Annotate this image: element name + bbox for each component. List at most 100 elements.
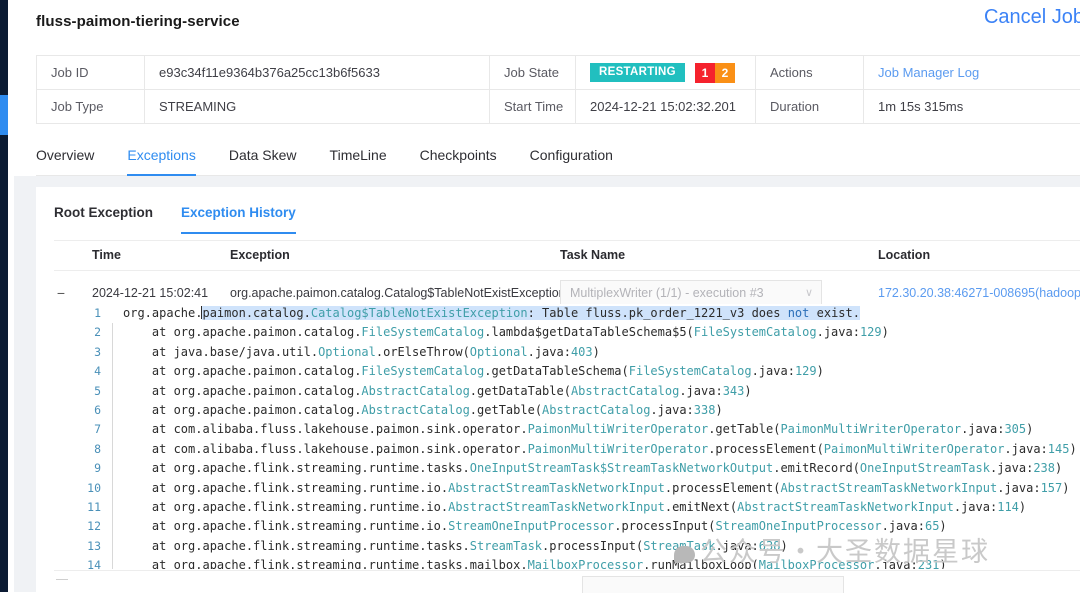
attempt-count-orange: 2 <box>715 63 735 83</box>
code-token: 238 <box>1033 461 1055 475</box>
tab-configuration[interactable]: Configuration <box>530 141 613 176</box>
code-token: .orElseThrow( <box>376 345 470 359</box>
code-token: .java: <box>997 481 1040 495</box>
exception-sub-tabs: Root Exception Exception History <box>54 201 324 234</box>
code-token: OneInputStreamTask$StreamTaskNetworkOutp… <box>470 461 773 475</box>
code-token: at com.alibaba.fluss.lakehouse.paimon.si… <box>123 422 528 436</box>
code-token: ) <box>593 345 600 359</box>
tab-timeline[interactable]: TimeLine <box>330 141 387 176</box>
code-token: ) <box>1062 481 1069 495</box>
code-token: 403 <box>571 345 593 359</box>
subtab-root-exception[interactable]: Root Exception <box>54 201 153 234</box>
tab-data-skew[interactable]: Data Skew <box>229 141 297 176</box>
location-link[interactable]: 172.30.20.38:46271-008695(hadoop2:39888) <box>878 286 1080 300</box>
stacktrace-line: 5 at org.apache.paimon.catalog.AbstractC… <box>54 382 1080 401</box>
cancel-job-button[interactable]: Cancel Job <box>984 6 1080 29</box>
code-token: .getTable( <box>470 403 542 417</box>
job-state-value: RESTARTING12 <box>576 56 756 90</box>
line-number: 3 <box>54 343 112 362</box>
code-token: at org.apache.paimon.catalog. <box>123 384 361 398</box>
next-row-expander[interactable] <box>56 579 68 580</box>
code-token: StreamOneInputProcessor <box>715 519 881 533</box>
code-token: .java: <box>1004 442 1047 456</box>
line-source: at com.alibaba.fluss.lakehouse.paimon.si… <box>113 420 1033 439</box>
code-token: ) <box>780 539 787 553</box>
code-token: MailboxProcessor <box>528 558 644 569</box>
code-token: FileSystemCatalog <box>361 364 484 378</box>
code-token: PaimonMultiWriterOperator <box>528 442 709 456</box>
line-source: at org.apache.paimon.catalog. FileSystemC… <box>113 323 889 342</box>
code-token: paimon.catalog. <box>202 306 310 320</box>
job-info-table: Job ID e93c34f11e9364b376a25cc13b6f5633 … <box>36 55 1080 124</box>
code-token: ) <box>817 364 824 378</box>
collapse-icon[interactable]: − <box>54 285 68 301</box>
job-state-label: Job State <box>490 56 576 90</box>
code-token: ) <box>882 325 889 339</box>
code-token: at org.apache.paimon.catalog. <box>123 325 361 339</box>
job-type-label: Job Type <box>37 90 145 124</box>
code-token: .lambda$getDataTableSchema$5( <box>484 325 694 339</box>
column-location: Location <box>878 241 1080 271</box>
code-token: .processInput( <box>614 519 715 533</box>
code-token: ) <box>939 558 946 569</box>
code-token: 157 <box>1041 481 1063 495</box>
next-row-stub <box>54 570 1080 592</box>
code-token: ) <box>1026 422 1033 436</box>
code-token: ) <box>1055 461 1062 475</box>
code-token: at com.alibaba.fluss.lakehouse.paimon.si… <box>123 442 528 456</box>
page-header: fluss-paimon-tiering-service Cancel Job <box>14 0 1080 47</box>
stacktrace-line: 12 at org.apache.flink.streaming.runtime… <box>54 517 1080 536</box>
stacktrace-line: 11 at org.apache.flink.streaming.runtime… <box>54 498 1080 517</box>
tab-overview[interactable]: Overview <box>36 141 94 176</box>
task-name-select-value: MultiplexWriter (1/1) - execution #3 <box>570 286 764 300</box>
line-source: at java.base/java.util.Optional.orElseTh… <box>113 343 600 362</box>
code-token: .java: <box>715 539 758 553</box>
main-tabs: Overview Exceptions Data Skew TimeLine C… <box>36 141 1080 176</box>
line-source: at org.apache.flink.streaming.runtime.io… <box>113 498 1026 517</box>
code-token: exist. <box>809 306 860 320</box>
code-token: Optional <box>470 345 528 359</box>
stacktrace-line: 2 at org.apache.paimon.catalog. FileSyste… <box>54 323 1080 342</box>
line-source: at org.apache.paimon.catalog.AbstractCat… <box>113 401 723 420</box>
line-number: 8 <box>54 440 112 459</box>
job-detail-page: fluss-paimon-tiering-service Cancel Job … <box>14 0 1080 592</box>
code-token: AbstractCatalog <box>361 384 469 398</box>
code-token: FileSystemCatalog <box>694 325 817 339</box>
tab-exceptions[interactable]: Exceptions <box>127 141 195 176</box>
line-number: 11 <box>54 498 112 517</box>
code-token: not <box>788 306 810 320</box>
code-token: 343 <box>723 384 745 398</box>
stacktrace-line: 8 at com.alibaba.fluss.lakehouse.paimon.… <box>54 440 1080 459</box>
duration-label: Duration <box>756 90 864 124</box>
line-number: 13 <box>54 537 112 556</box>
code-token: 231 <box>918 558 940 569</box>
line-number: 1 <box>54 304 112 323</box>
line-number: 4 <box>54 362 112 381</box>
line-number: 6 <box>54 401 112 420</box>
code-token: 65 <box>925 519 939 533</box>
line-number: 5 <box>54 382 112 401</box>
code-token: OneInputStreamTask <box>860 461 990 475</box>
stacktrace-line: 7 at com.alibaba.fluss.lakehouse.paimon.… <box>54 420 1080 439</box>
line-number: 2 <box>54 323 112 342</box>
line-number: 10 <box>54 479 112 498</box>
code-token: .java: <box>961 422 1004 436</box>
code-token: 129 <box>795 364 817 378</box>
tab-checkpoints[interactable]: Checkpoints <box>420 141 497 176</box>
job-id-value: e93c34f11e9364b376a25cc13b6f5633 <box>145 56 490 90</box>
code-token: .java: <box>954 500 997 514</box>
code-token: at org.apache.flink.streaming.runtime.io… <box>123 500 448 514</box>
stacktrace-line: 14 at org.apache.flink.streaming.runtime… <box>54 556 1080 569</box>
next-row-task-select[interactable] <box>582 576 844 593</box>
code-token: PaimonMultiWriterOperator <box>780 422 961 436</box>
subtab-exception-history[interactable]: Exception History <box>181 201 296 234</box>
column-exception: Exception <box>230 241 560 271</box>
code-token: ) <box>939 519 946 533</box>
job-manager-log-link[interactable]: Job Manager Log <box>878 65 979 80</box>
sidebar-gap <box>8 0 14 592</box>
code-token: at org.apache.flink.streaming.runtime.io… <box>123 519 448 533</box>
stacktrace-viewer[interactable]: 1org.apache.paimon.catalog.Catalog$Table… <box>54 304 1080 569</box>
line-source: at org.apache.paimon.catalog.FileSystemC… <box>113 362 824 381</box>
task-name-select[interactable]: MultiplexWriter (1/1) - execution #3∨ <box>560 280 822 306</box>
attempt-count-red: 1 <box>695 63 715 83</box>
